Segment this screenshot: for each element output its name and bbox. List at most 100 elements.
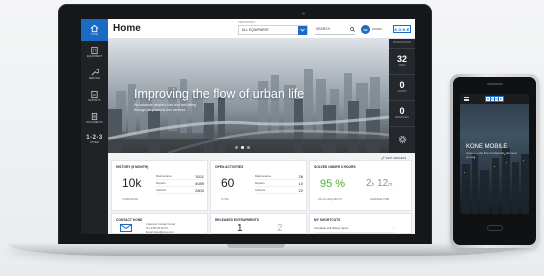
document-icon [91, 112, 98, 120]
sidebar-item-home[interactable]: Home [81, 19, 108, 41]
brand-letter: O [490, 96, 495, 102]
home-button[interactable] [487, 225, 503, 231]
brand-letter: K [394, 26, 398, 32]
solved-percent: 95 % [320, 178, 346, 190]
search-placeholder: SEARCH [316, 27, 331, 31]
stat-row: Repairs 4089 [156, 180, 204, 187]
solved-duration: 2h 12m [366, 178, 392, 189]
notification-label: Open [398, 64, 406, 68]
chevron-down-icon [298, 25, 307, 35]
mail-icon [120, 224, 132, 232]
notification-label: Alerts [397, 90, 407, 94]
card-title: Released entrapments [215, 218, 259, 222]
notification-label: Messages [395, 116, 409, 120]
carousel-dot[interactable] [247, 146, 250, 149]
duration-minutes: 12 [377, 178, 389, 189]
open-activities-card[interactable]: Open activities 60 Total Maintenance 26 R… [210, 160, 307, 211]
notification-open[interactable]: 32 Open [389, 49, 415, 75]
notification-messages[interactable]: 0 Messages [389, 101, 415, 127]
stat-label: Repairs [255, 181, 265, 185]
building-icon [91, 46, 98, 54]
contact-card-body: Customer Contact Center Tel: 0700 00 00 … [111, 222, 208, 234]
home-icon [90, 24, 99, 32]
card-title: History (6 month) [116, 165, 149, 169]
sidebar-item-reports[interactable]: Reports [81, 85, 108, 107]
contact-line: Customer Contact Center [146, 223, 176, 226]
sidebar-item-other[interactable]: 1-2-3 Other [81, 129, 108, 151]
user-name[interactable]: VIVIAN [372, 27, 382, 31]
brand-letter: N [402, 26, 406, 32]
stat-row: Callouts 22 [255, 187, 303, 194]
history-caption: Completed [122, 198, 139, 201]
wrench-icon [91, 68, 99, 76]
card-title: Open activities [215, 165, 244, 169]
stat-label: Repairs [156, 181, 166, 185]
entrapments-current: 1 [237, 223, 243, 234]
search-icon [350, 26, 355, 32]
stat-row: Maintenance 26 [255, 173, 303, 180]
product-mockup: Home Equipment Service Reports Documents… [0, 0, 544, 276]
carousel-dot-active[interactable] [241, 146, 244, 149]
carousel-dots [235, 146, 250, 149]
stat-label: Maintenance [156, 174, 173, 178]
open-activities-stats: Maintenance 26 Repairs 10 Callouts 22 [255, 173, 303, 194]
contact-line[interactable]: Email: kone@kone.com [146, 231, 173, 234]
open-activities-caption: Total [221, 198, 230, 201]
entrapments-card[interactable]: Released entrapments 1 2 [210, 213, 307, 234]
phone-device: K O N E KONE MOBILE Improving the flow o… [450, 74, 539, 248]
sidebar-item-service[interactable]: Service [81, 63, 108, 85]
stat-value: 22 [298, 187, 303, 193]
brand-letter: N [494, 96, 499, 102]
sidebar-item-equipment[interactable]: Equipment [81, 41, 108, 63]
entrapments-previous: 2 [277, 223, 283, 234]
stat-row: Maintenance 3011 [156, 173, 204, 180]
camera-icon [302, 12, 305, 15]
hero-heading: Improving the flow of urban life [134, 87, 305, 101]
solved-percent-caption: Of all requests [318, 198, 342, 201]
hero-banner: Improving the flow of urban life We adva… [108, 39, 389, 153]
brand-logo: K O N E [393, 25, 411, 33]
history-big-value: 10k [122, 176, 142, 190]
carousel-dot[interactable] [235, 146, 238, 149]
brand-letter: O [398, 26, 402, 32]
menu-icon[interactable] [464, 97, 469, 101]
sidebar-item-label: Service [88, 76, 101, 80]
avatar[interactable]: VB [361, 25, 370, 34]
contact-line[interactable]: Tel: 0700 00 00 KO [146, 227, 168, 230]
brand-letter: E [406, 26, 410, 32]
duration-minutes-unit: m [388, 182, 393, 188]
shortcuts-card[interactable]: My shortcuts Complete unit history repor… [309, 213, 412, 234]
report-icon [91, 90, 98, 98]
laptop-screen: Home Equipment Service Reports Documents… [81, 19, 415, 234]
search-input[interactable]: SEARCH [315, 24, 355, 35]
stat-row: Callouts 2800 [156, 187, 204, 194]
shortcut-label: Complete unit history report [314, 226, 349, 230]
phone-header: K O N E [460, 94, 529, 104]
page-title: Home [113, 23, 141, 34]
notifications-header: Notifications [389, 39, 415, 49]
phone-screen: K O N E KONE MOBILE Improving the flow o… [460, 94, 529, 214]
brand-letter: E [499, 96, 503, 102]
card-title: My shortcuts [314, 218, 341, 222]
sidebar-item-documents[interactable]: Documents [81, 107, 108, 129]
department-value: ALL EQUIPMENT [242, 28, 270, 32]
laptop-notch [227, 244, 285, 248]
settings-button[interactable] [389, 127, 415, 152]
history-card[interactable]: History (6 month) 10k Completed Maintena… [111, 160, 208, 211]
stat-value: 10 [298, 180, 303, 186]
speaker-icon [487, 83, 503, 85]
shortcut-item[interactable]: Complete unit history report › [314, 224, 394, 233]
stat-label: Maintenance [255, 174, 272, 178]
top-bar: Home Department ALL EQUIPMENT SEARCH VB … [108, 19, 415, 39]
department-selector: Department ALL EQUIPMENT [238, 21, 308, 35]
notification-alerts[interactable]: 0 Alerts [389, 75, 415, 101]
history-stats: Maintenance 3011 Repairs 4089 Callouts 2800 [156, 173, 204, 194]
stat-value: 3011 [195, 173, 204, 179]
sidebar-item-label: Home [90, 32, 99, 36]
sidebar-item-label: Reports [88, 98, 101, 102]
solved-duration-caption: Average time [370, 198, 390, 201]
notifications-panel: Notifications 32 Open 0 Alerts 0 Message… [389, 39, 415, 153]
department-select[interactable]: ALL EQUIPMENT [238, 25, 308, 35]
gear-icon [398, 135, 406, 144]
solved-card[interactable]: Solved under 3 hours 95 % Of all request… [309, 160, 412, 211]
